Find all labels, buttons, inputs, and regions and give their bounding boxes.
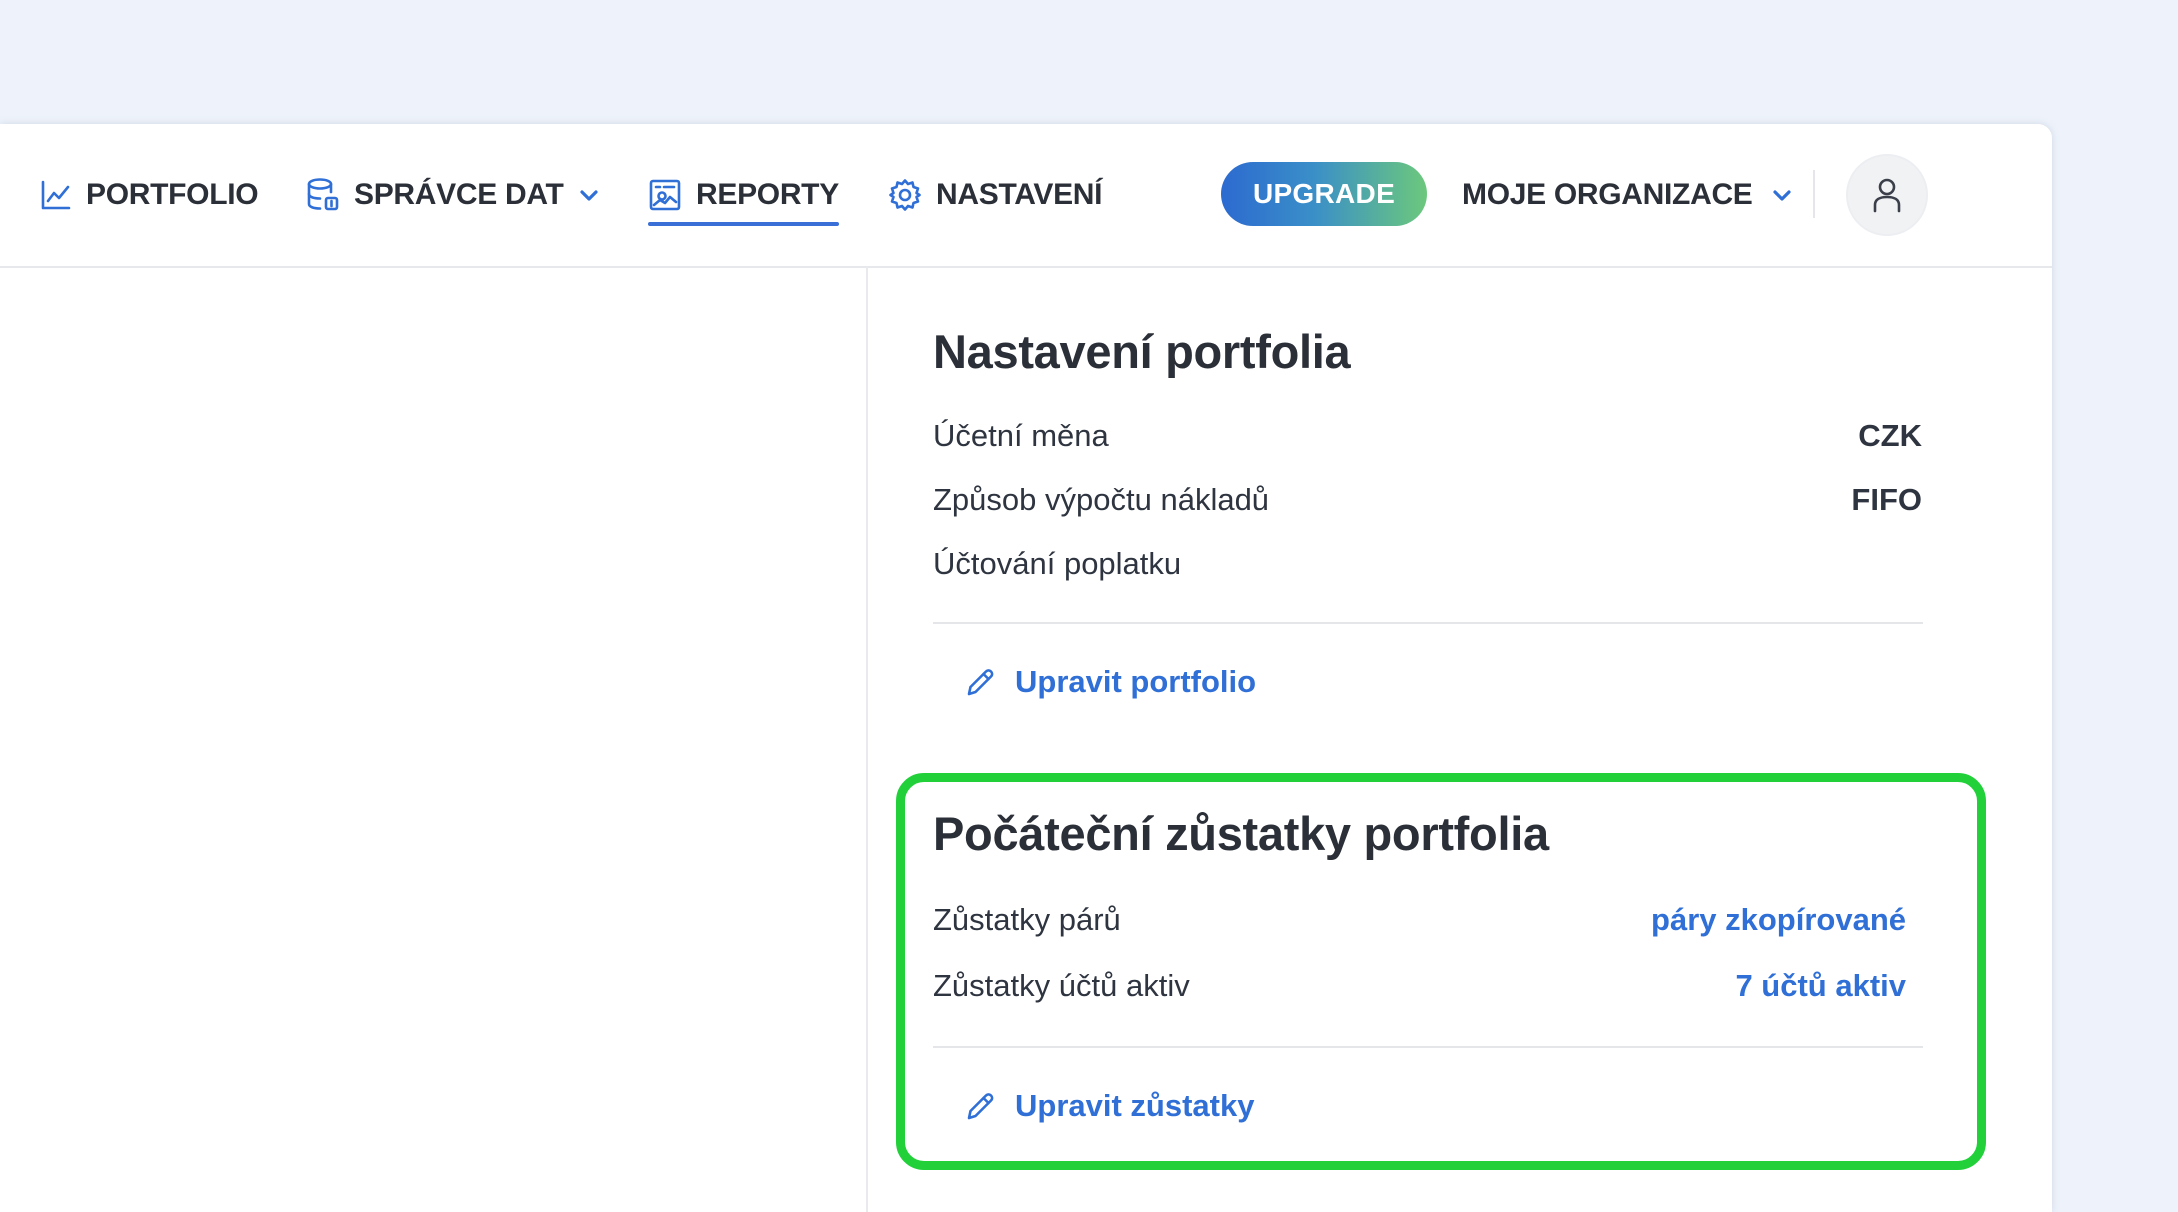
- portfolio-settings-title: Nastavení portfolia: [933, 325, 1351, 378]
- balance-value-pairs-link[interactable]: páry zkopírované: [1651, 902, 1906, 938]
- chevron-down-icon: [1772, 190, 1791, 201]
- content-divider: [866, 266, 868, 1212]
- initial-balances-title: Počáteční zůstatky portfolia: [933, 807, 1549, 860]
- report-icon: [649, 179, 681, 211]
- setting-label-fee-accounting: Účtování poplatku: [933, 546, 1182, 581]
- top-navbar: PORTFOLIO SPRÁVCE DAT REPORTY NASTAVENÍ …: [0, 124, 2052, 268]
- edit-balances-label: Upravit zůstatky: [1015, 1088, 1255, 1123]
- nav-reporty[interactable]: REPORTY: [648, 124, 839, 266]
- gear-icon: [889, 179, 921, 211]
- user-avatar-button[interactable]: [1846, 154, 1928, 236]
- nav-spravce-dat[interactable]: SPRÁVCE DAT: [306, 124, 600, 266]
- section-divider: [933, 622, 1923, 624]
- organization-label: MOJE ORGANIZACE: [1462, 178, 1753, 211]
- balance-label-pairs: Zůstatky párů: [933, 902, 1121, 937]
- user-icon: [1873, 178, 1901, 213]
- active-tab-underline: [648, 222, 839, 226]
- setting-label-currency: Účetní měna: [933, 418, 1109, 453]
- line-chart-icon: [41, 180, 71, 210]
- edit-balances-link[interactable]: Upravit zůstatky: [965, 1088, 1254, 1124]
- nav-nastaveni-label: NASTAVENÍ: [936, 178, 1103, 211]
- balance-label-asset-accounts: Zůstatky účtů aktiv: [933, 968, 1190, 1003]
- pencil-icon: [967, 669, 994, 696]
- edit-portfolio-label: Upravit portfolio: [1015, 664, 1257, 699]
- organization-dropdown[interactable]: MOJE ORGANIZACE: [1462, 124, 1793, 266]
- nav-spravce-label: SPRÁVCE DAT: [354, 178, 564, 211]
- database-icon: [307, 178, 339, 211]
- pencil-icon: [967, 1093, 994, 1120]
- nav-divider: [1813, 170, 1815, 218]
- upgrade-button[interactable]: UPGRADE: [1221, 162, 1427, 226]
- nav-reporty-label: REPORTY: [696, 178, 839, 211]
- setting-value-cost-method: FIFO: [1851, 482, 1922, 517]
- setting-label-cost-method: Způsob výpočtu nákladů: [933, 482, 1270, 517]
- app-window: PORTFOLIO SPRÁVCE DAT REPORTY NASTAVENÍ …: [0, 124, 2052, 1212]
- chevron-down-icon: [579, 190, 598, 201]
- nav-nastaveni[interactable]: NASTAVENÍ: [888, 124, 1103, 266]
- section-divider: [933, 1046, 1923, 1048]
- nav-portfolio[interactable]: PORTFOLIO: [40, 124, 259, 266]
- edit-portfolio-link[interactable]: Upravit portfolio: [965, 664, 1256, 700]
- balance-value-asset-accounts-link[interactable]: 7 účtů aktiv: [1735, 968, 1906, 1004]
- nav-portfolio-label: PORTFOLIO: [86, 178, 259, 211]
- setting-value-currency: CZK: [1858, 418, 1922, 453]
